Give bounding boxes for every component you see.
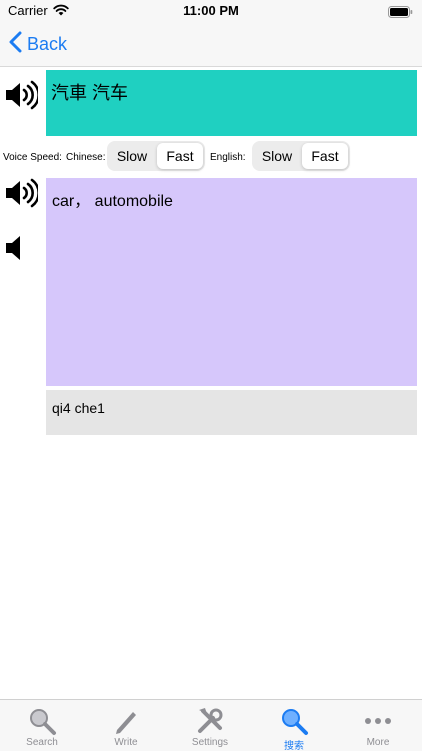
chinese-word-panel: 汽車 汽车 [46, 70, 417, 136]
english-speed-slow[interactable]: Slow [254, 143, 300, 169]
chinese-word: 汽車 汽车 [51, 83, 129, 103]
pinyin: qi4 che1 [52, 400, 105, 416]
speak-english-button[interactable] [4, 178, 40, 213]
english-speed-control: Slow Fast [252, 141, 350, 171]
pencil-icon [111, 706, 141, 736]
english-definition: car， automobile [52, 193, 173, 210]
magnifier-icon [279, 706, 309, 736]
chinese-speed-control: Slow Fast [107, 141, 205, 171]
tab-more[interactable]: More [336, 700, 420, 751]
tab-bar: Search Write Settings 搜索 More [0, 699, 422, 752]
speak-chinese-button[interactable] [4, 80, 40, 115]
pinyin-panel: qi4 che1 [46, 390, 417, 435]
clock: 11:00 PM [183, 3, 239, 18]
back-button[interactable]: Back [9, 31, 67, 57]
voice-speed-row: Voice Speed: Chinese: Slow Fast English:… [0, 140, 422, 172]
navigation-bar: Back [0, 22, 422, 67]
chevron-left-icon [9, 31, 22, 58]
english-speed-fast[interactable]: Fast [302, 143, 348, 169]
tab-label: Write [114, 737, 138, 748]
english-speed-label: English: [210, 152, 246, 163]
tab-settings[interactable]: Settings [168, 700, 252, 751]
status-bar: Carrier 11:00 PM [0, 0, 422, 22]
tools-icon [195, 706, 225, 736]
chinese-speed-fast[interactable]: Fast [157, 143, 203, 169]
speaker-muted-icon [4, 236, 24, 267]
chinese-speed-slow[interactable]: Slow [109, 143, 155, 169]
tab-label: Search [26, 737, 58, 748]
more-dots-icon [363, 706, 393, 736]
tab-write[interactable]: Write [84, 700, 168, 751]
voice-speed-label: Voice Speed: [3, 152, 62, 163]
tab-chinese-search[interactable]: 搜索 [252, 700, 336, 752]
chinese-speed-label: Chinese: [66, 152, 106, 163]
english-definition-panel: car， automobile [46, 178, 417, 386]
speaker-icon [4, 80, 40, 114]
back-label: Back [27, 33, 68, 54]
magnifier-icon [27, 706, 57, 736]
tab-label: More [366, 737, 390, 748]
tab-search[interactable]: Search [0, 700, 84, 751]
battery-icon [388, 5, 413, 23]
speaker-icon [4, 178, 40, 212]
tab-label: Settings [191, 737, 229, 748]
speak-slow-button[interactable] [4, 233, 24, 268]
